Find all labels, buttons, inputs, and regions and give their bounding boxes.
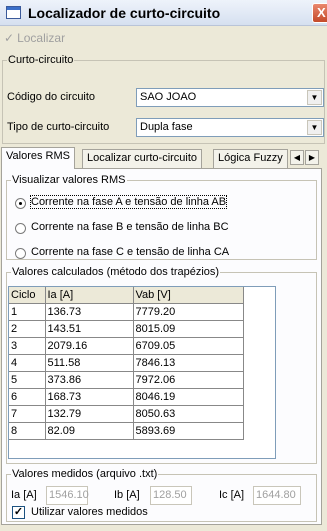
radio-fase-a-label[interactable]: Corrente na fase A e tensão de linha AB: [29, 195, 228, 209]
cell-vab[interactable]: 7972.06: [133, 371, 244, 389]
close-button[interactable]: X: [312, 3, 327, 23]
window-title: Localizador de curto-circuito: [28, 5, 221, 21]
table-row[interactable]: 8 82.09 5893.69: [9, 422, 244, 440]
codigo-circuito-select[interactable]: SAO JOAO ▼: [136, 88, 324, 107]
toolbar: ✓ Localizar: [0, 28, 327, 52]
localizar-button[interactable]: ✓ Localizar: [4, 31, 65, 49]
tipo-curto-label: Tipo de curto-circuito: [7, 121, 110, 133]
radio-fase-c[interactable]: [15, 248, 26, 259]
medidos-legend: Valores medidos (arquivo .txt): [11, 468, 159, 480]
ic-field[interactable]: 1644.80: [253, 486, 301, 505]
tab-localizar-curto[interactable]: Localizar curto-circuito: [82, 149, 203, 168]
tab-scroll-right-icon[interactable]: ▶: [305, 150, 319, 165]
cell-vab[interactable]: 8046.19: [133, 388, 244, 406]
cell-ia[interactable]: 168.73: [45, 388, 134, 406]
table-row[interactable]: 4 511.58 7846.13: [9, 354, 244, 372]
column-header-vab[interactable]: Vab [V]: [133, 287, 244, 304]
codigo-circuito-value: SAO JOAO: [140, 91, 197, 103]
radio-fase-a[interactable]: [15, 198, 26, 209]
radio-fase-c-label[interactable]: Corrente na fase C e tensão de linha CA: [31, 246, 229, 258]
check-icon: ✓: [4, 31, 15, 45]
cell-ia[interactable]: 143.51: [45, 320, 134, 338]
cell-ciclo[interactable]: 3: [9, 337, 46, 355]
chevron-down-icon[interactable]: ▼: [307, 120, 322, 135]
column-header-ciclo[interactable]: Ciclo: [9, 287, 46, 304]
ia-label: Ia [A]: [11, 489, 37, 501]
cell-vab[interactable]: 8050.63: [133, 405, 244, 423]
table-row[interactable]: 6 168.73 8046.19: [9, 388, 244, 406]
cell-vab[interactable]: 7779.20: [133, 303, 244, 321]
cell-vab[interactable]: 7846.13: [133, 354, 244, 372]
tipo-curto-value: Dupla fase: [140, 121, 193, 133]
ib-value: 128.50: [153, 489, 187, 501]
tab-logica-fuzzy[interactable]: Lógica Fuzzy: [213, 149, 288, 168]
cell-ia[interactable]: 373.86: [45, 371, 134, 389]
window-icon: [6, 6, 21, 19]
cell-ciclo[interactable]: 2: [9, 320, 46, 338]
curto-circuito-legend: Curto-circuito: [7, 54, 75, 66]
cell-vab[interactable]: 5893.69: [133, 422, 244, 440]
calculados-grid[interactable]: Ciclo Ia [A] Vab [V] 1 136.73 7779.20 2 143…: [8, 286, 276, 459]
cell-ia[interactable]: 132.79: [45, 405, 134, 423]
cell-ia[interactable]: 82.09: [45, 422, 134, 440]
ic-label: Ic [A]: [219, 489, 245, 501]
table-row[interactable]: 7 132.79 8050.63: [9, 405, 244, 423]
title-bar[interactable]: Localizador de curto-circuito X: [0, 0, 327, 26]
calculados-legend: Valores calculados (método dos trapézios…: [11, 266, 221, 278]
visualizar-group: Visualizar valores RMS Corrente na fase …: [6, 174, 317, 260]
calculados-table: Ciclo Ia [A] Vab [V] 1 136.73 7779.20 2 143…: [9, 287, 244, 440]
localizar-label: Localizar: [17, 31, 66, 45]
cell-ia[interactable]: 2079.16: [45, 337, 134, 355]
chevron-down-icon[interactable]: ▼: [307, 90, 322, 105]
radio-fase-b-label[interactable]: Corrente na fase B e tensão de linha BC: [31, 221, 229, 233]
table-row[interactable]: 3 2079.16 6709.05: [9, 337, 244, 355]
ic-value: 1644.80: [256, 489, 296, 501]
cell-ciclo[interactable]: 6: [9, 388, 46, 406]
radio-fase-b[interactable]: [15, 223, 26, 234]
valores-rms-panel: Visualizar valores RMS Corrente na fase …: [1, 168, 322, 525]
usar-medidos-checkbox[interactable]: ✓: [12, 506, 25, 519]
ib-field[interactable]: 128.50: [150, 486, 192, 505]
tab-valores-rms[interactable]: Valores RMS: [1, 147, 75, 169]
column-header-ia[interactable]: Ia [A]: [45, 287, 134, 304]
ia-value: 1546.10: [49, 489, 89, 501]
usar-medidos-label[interactable]: Utilizar valores medidos: [31, 506, 148, 518]
cell-ia[interactable]: 136.73: [45, 303, 134, 321]
ib-label: Ib [A]: [114, 489, 140, 501]
cell-ciclo[interactable]: 5: [9, 371, 46, 389]
cell-ia[interactable]: 511.58: [45, 354, 134, 372]
cell-ciclo[interactable]: 8: [9, 422, 46, 440]
table-row[interactable]: 1 136.73 7779.20: [9, 303, 244, 321]
tab-scroll-left-icon[interactable]: ◀: [290, 150, 304, 165]
tipo-curto-select[interactable]: Dupla fase ▼: [136, 118, 324, 137]
table-row[interactable]: 2 143.51 8015.09: [9, 320, 244, 338]
cell-ciclo[interactable]: 1: [9, 303, 46, 321]
ia-field[interactable]: 1546.10: [46, 486, 89, 505]
localizador-window: Localizador de curto-circuito X ✓ Localiz…: [0, 0, 327, 531]
tab-strip: Valores RMS Localizar curto-circuito Lóg…: [0, 147, 327, 169]
cell-ciclo[interactable]: 7: [9, 405, 46, 423]
cell-vab[interactable]: 8015.09: [133, 320, 244, 338]
cell-vab[interactable]: 6709.05: [133, 337, 244, 355]
table-row[interactable]: 5 373.86 7972.06: [9, 371, 244, 389]
cell-ciclo[interactable]: 4: [9, 354, 46, 372]
curto-circuito-group: Curto-circuito Código do circuito SAO JO…: [2, 54, 325, 144]
visualizar-legend: Visualizar valores RMS: [11, 174, 127, 186]
codigo-circuito-label: Código do circuito: [7, 91, 96, 103]
